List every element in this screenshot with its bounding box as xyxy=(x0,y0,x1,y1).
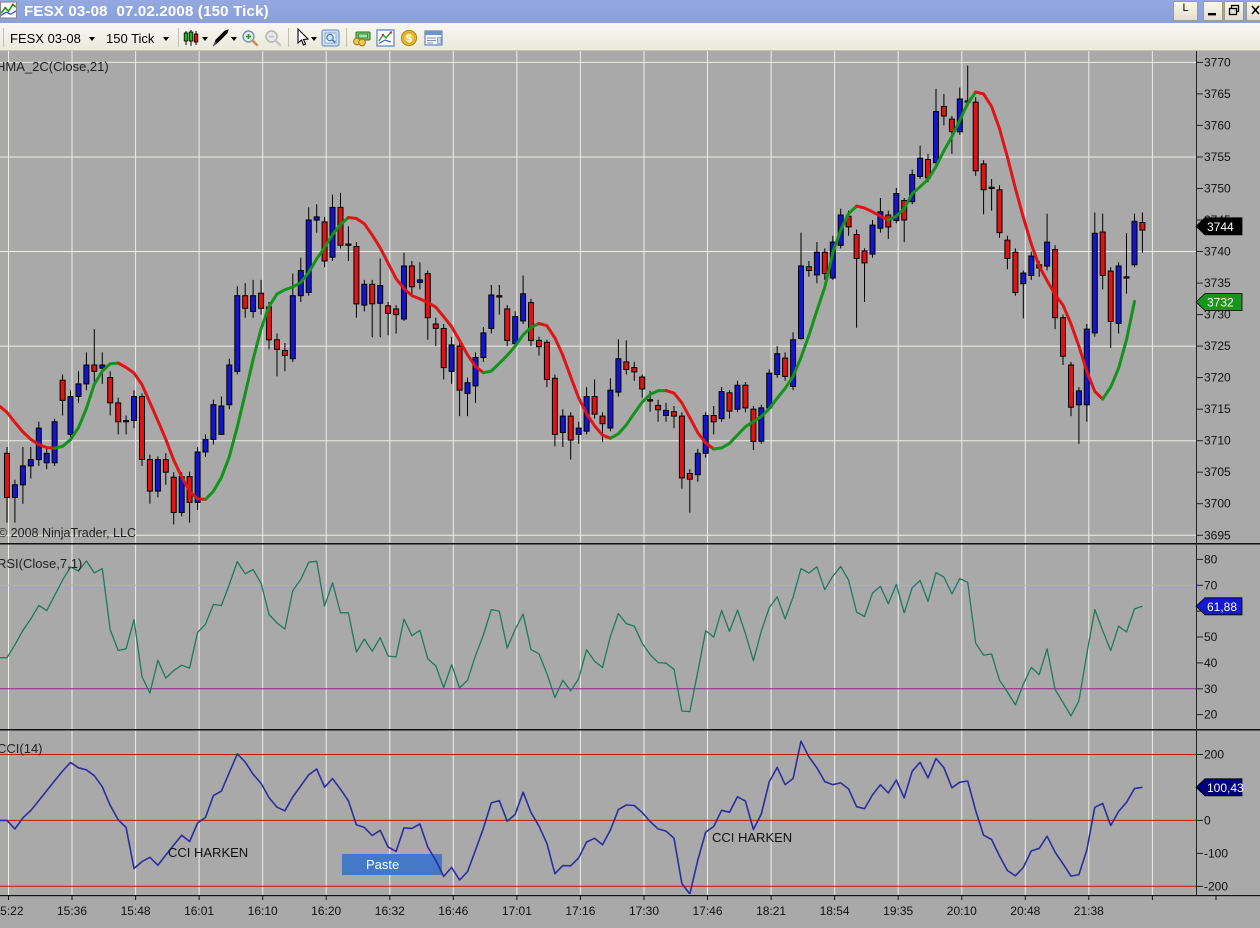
svg-text:CCI HARKEN: CCI HARKEN xyxy=(168,845,248,860)
svg-text:40: 40 xyxy=(1204,656,1218,670)
svg-text:16:01: 16:01 xyxy=(184,904,214,918)
svg-text:17:46: 17:46 xyxy=(692,904,722,918)
svg-text:3760: 3760 xyxy=(1204,118,1231,132)
svg-text:20: 20 xyxy=(1204,708,1218,722)
svg-text:0: 0 xyxy=(1204,813,1211,827)
svg-text:3695: 3695 xyxy=(1204,528,1231,542)
svg-text:3744: 3744 xyxy=(1207,220,1234,234)
svg-text:100,43: 100,43 xyxy=(1207,781,1244,795)
svg-text:-100: -100 xyxy=(1204,846,1228,860)
svg-text:3715: 3715 xyxy=(1204,402,1231,416)
svg-text:16:10: 16:10 xyxy=(248,904,278,918)
svg-text:3750: 3750 xyxy=(1204,182,1231,196)
svg-text:$: $ xyxy=(406,33,412,45)
svg-text:3735: 3735 xyxy=(1204,276,1231,290)
svg-text:3740: 3740 xyxy=(1204,245,1231,259)
svg-text:3765: 3765 xyxy=(1204,87,1231,101)
svg-text:RSI(Close,7,1): RSI(Close,7,1) xyxy=(0,556,82,571)
svg-text:Paste: Paste xyxy=(366,857,399,872)
svg-text:61,88: 61,88 xyxy=(1207,600,1237,614)
svg-text:18:21: 18:21 xyxy=(756,904,786,918)
svg-text:17:16: 17:16 xyxy=(565,904,595,918)
svg-text:3720: 3720 xyxy=(1204,371,1231,385)
svg-text:20:10: 20:10 xyxy=(947,904,977,918)
svg-text:17:30: 17:30 xyxy=(629,904,659,918)
svg-text:3732: 3732 xyxy=(1207,296,1234,310)
svg-text:15:22: 15:22 xyxy=(0,904,24,918)
svg-text:3725: 3725 xyxy=(1204,339,1231,353)
svg-text:18:54: 18:54 xyxy=(820,904,850,918)
svg-text:50: 50 xyxy=(1204,630,1218,644)
svg-text:30: 30 xyxy=(1204,682,1218,696)
svg-text:70: 70 xyxy=(1204,578,1218,592)
svg-text:20:48: 20:48 xyxy=(1010,904,1040,918)
svg-text:15:48: 15:48 xyxy=(121,904,151,918)
svg-text:19:35: 19:35 xyxy=(883,904,913,918)
svg-text:© 2008 NinjaTrader, LLC: © 2008 NinjaTrader, LLC xyxy=(0,526,136,540)
svg-text:16:46: 16:46 xyxy=(438,904,468,918)
svg-text:16:20: 16:20 xyxy=(311,904,341,918)
svg-text:17:01: 17:01 xyxy=(502,904,532,918)
svg-text:3770: 3770 xyxy=(1204,55,1231,69)
svg-text:-200: -200 xyxy=(1204,879,1228,893)
svg-text:16:32: 16:32 xyxy=(375,904,405,918)
svg-text:3705: 3705 xyxy=(1204,465,1231,479)
svg-text:80: 80 xyxy=(1204,552,1218,566)
svg-text:CCI HARKEN: CCI HARKEN xyxy=(712,830,792,845)
svg-text:3755: 3755 xyxy=(1204,150,1231,164)
svg-text:15:36: 15:36 xyxy=(57,904,87,918)
svg-text:HMA_2C(Close,21): HMA_2C(Close,21) xyxy=(0,59,109,74)
svg-text:200: 200 xyxy=(1204,748,1224,762)
svg-text:3710: 3710 xyxy=(1204,434,1231,448)
svg-text:CCI(14): CCI(14) xyxy=(0,741,43,756)
svg-text:3700: 3700 xyxy=(1204,497,1231,511)
svg-text:21:38: 21:38 xyxy=(1074,904,1104,918)
